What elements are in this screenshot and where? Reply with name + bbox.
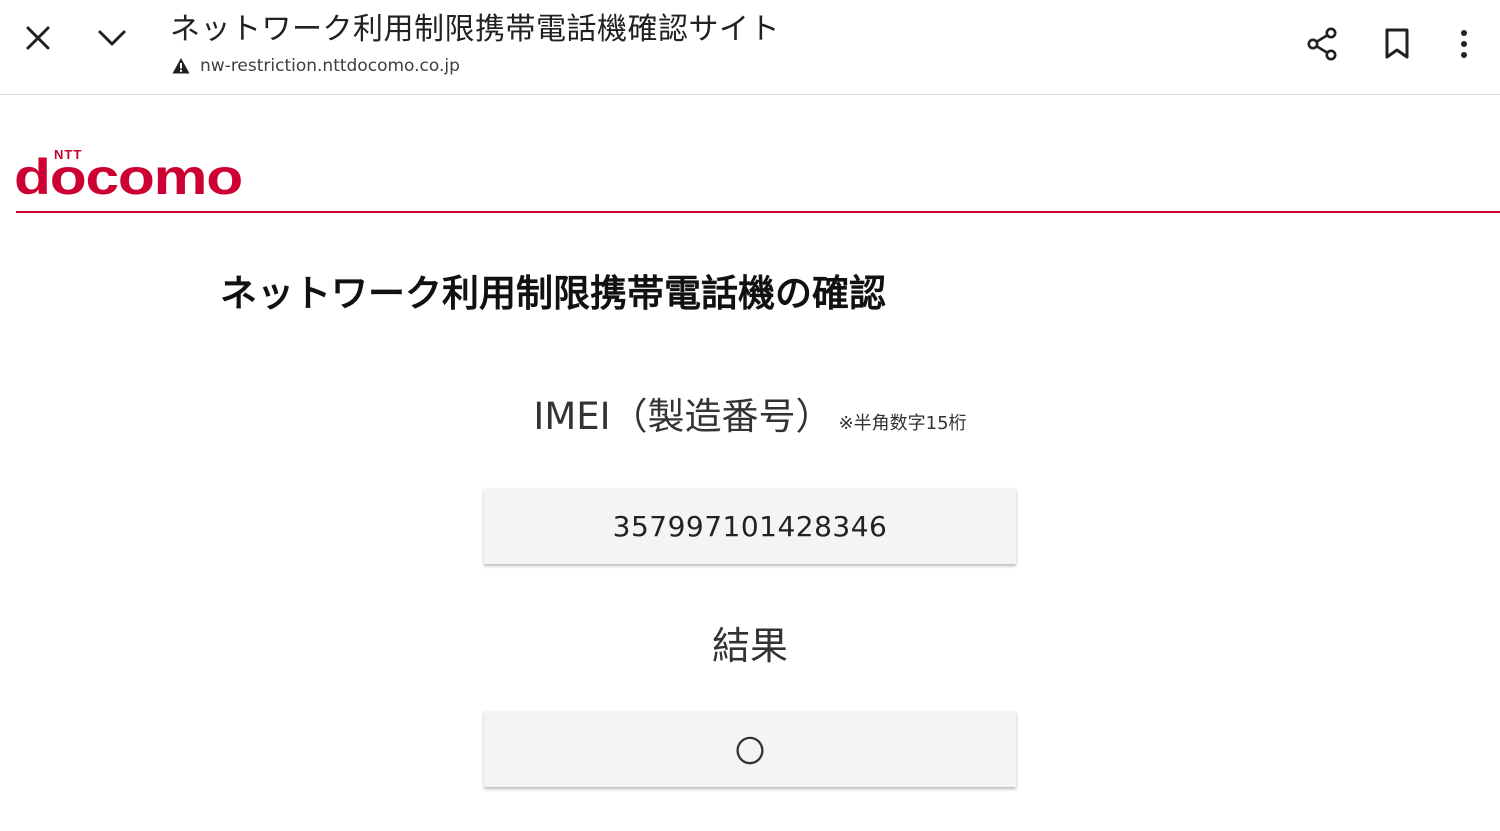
result-label: 結果 <box>711 624 788 668</box>
logo-docomo-text: docomo <box>14 149 242 198</box>
share-button[interactable] <box>1298 20 1346 68</box>
docomo-logo[interactable]: NTT docomo <box>14 146 246 205</box>
page-title: ネットワーク利用制限携帯電話機確認サイト <box>170 12 780 47</box>
minimize-button[interactable] <box>88 14 136 62</box>
close-icon <box>26 26 50 50</box>
header-divider <box>16 211 1500 213</box>
result-value: 〇 <box>735 735 765 770</box>
warning-icon <box>172 57 190 75</box>
url-text: nw-restriction.nttdocomo.co.jp <box>200 56 460 76</box>
chevron-down-icon <box>98 30 126 46</box>
imei-label: IMEI（製造番号） ※半角数字15桁 <box>0 392 1500 442</box>
share-icon <box>1307 27 1337 61</box>
imei-label-text: IMEI（製造番号） <box>533 395 833 438</box>
result-field: 〇 <box>484 711 1016 787</box>
imei-value: 357997101428346 <box>612 509 888 543</box>
bookmark-icon <box>1385 28 1409 59</box>
main-heading: ネットワーク利用制限携帯電話機の確認 <box>220 272 886 315</box>
url-bar[interactable]: nw-restriction.nttdocomo.co.jp <box>172 54 460 78</box>
browser-toolbar: ネットワーク利用制限携帯電話機確認サイト nw-restriction.nttd… <box>0 0 1500 95</box>
more-vert-icon <box>1461 30 1467 58</box>
more-options-button[interactable] <box>1440 20 1488 68</box>
bookmark-button[interactable] <box>1373 20 1421 68</box>
imei-note: ※半角数字15桁 <box>838 413 967 434</box>
imei-field[interactable]: 357997101428346 <box>484 488 1016 564</box>
close-button[interactable] <box>14 14 62 62</box>
